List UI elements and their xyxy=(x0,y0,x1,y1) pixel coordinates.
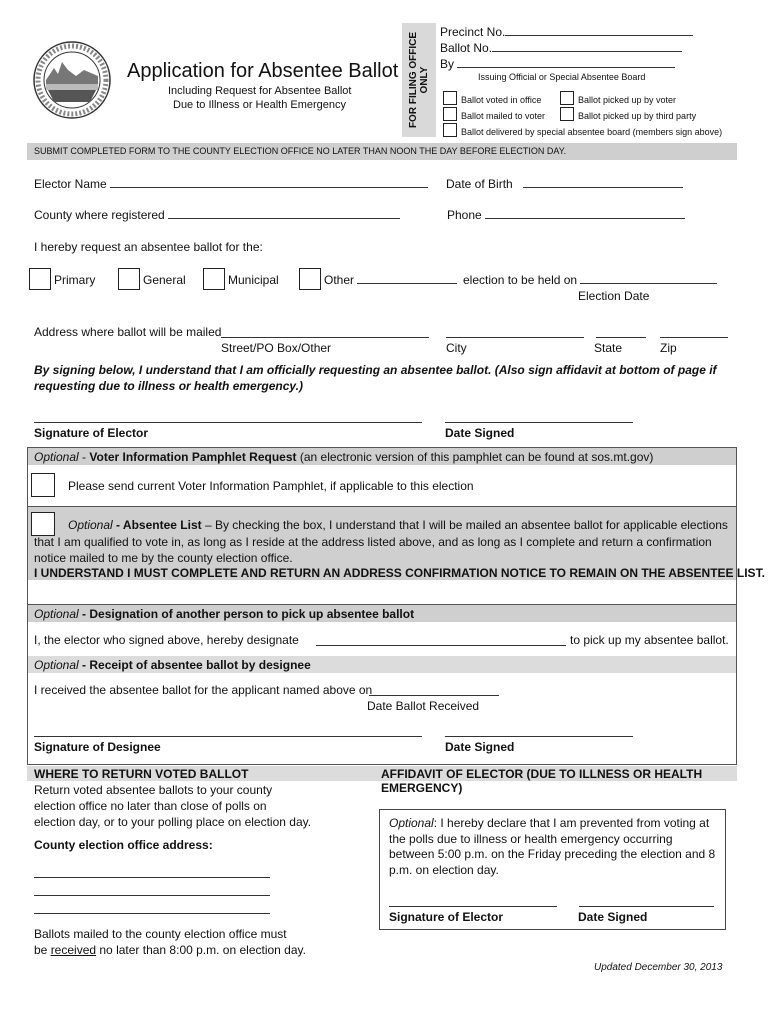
date-of-birth-field[interactable]: Date of Birth xyxy=(446,177,683,191)
phone-field[interactable]: Phone xyxy=(447,208,686,222)
receipt-header: Optional - Receipt of absentee ballot by… xyxy=(28,656,736,673)
street-field[interactable] xyxy=(221,324,429,338)
office-checkbox-picked-up-by-voter[interactable]: Ballot picked up by voter xyxy=(560,91,676,105)
designee-date-signed-label: Date Signed xyxy=(445,740,515,754)
filing-office-side-label: FOR FILING OFFICE ONLY xyxy=(402,23,436,137)
request-label: I hereby request an absentee ballot for … xyxy=(34,240,263,254)
label-general: General xyxy=(143,273,186,287)
receipt-text: I received the absentee ballot for the a… xyxy=(34,683,373,697)
designation-header: Optional - Designation of another person… xyxy=(28,605,736,622)
designee-signature-field[interactable] xyxy=(34,724,422,737)
other-election-field[interactable]: Other xyxy=(324,273,458,287)
designee-date-signed-field[interactable] xyxy=(445,724,633,737)
return-ballot-header: WHERE TO RETURN VOTED BALLOT xyxy=(34,767,249,781)
affidavit-signature-label: Signature of Elector xyxy=(389,910,504,924)
absentee-list-warning: I UNDERSTAND I MUST COMPLETE AND RETURN … xyxy=(34,566,765,580)
date-ballot-received-caption: Date Ballot Received xyxy=(367,699,480,713)
zip-caption: Zip xyxy=(660,341,677,355)
form-title: Application for Absentee Ballot xyxy=(127,60,399,82)
affidavit-text: Optional: I hereby declare that I am pre… xyxy=(389,816,716,877)
office-checkbox-picked-up-third-party[interactable]: Ballot picked up by third party xyxy=(560,107,696,121)
signing-statement: By signing below, I understand that I am… xyxy=(34,363,717,393)
elector-signature-field[interactable] xyxy=(34,410,422,423)
street-caption: Street/PO Box/Other xyxy=(221,341,332,355)
office-checkbox-delivered-by-board[interactable]: Ballot delivered by special absentee boa… xyxy=(443,123,722,137)
by-field[interactable]: By xyxy=(440,57,676,71)
county-office-address-label: County election office address: xyxy=(34,838,213,852)
checkbox-primary[interactable] xyxy=(29,268,51,290)
date-ballot-received-field[interactable] xyxy=(369,682,499,696)
mail-deadline-note: Ballots mailed to the county election of… xyxy=(34,927,306,957)
elector-signature-label: Signature of Elector xyxy=(34,426,149,440)
election-date-field[interactable]: election to be held on xyxy=(463,273,718,287)
return-instructions: Return voted absentee ballots to your co… xyxy=(34,783,312,829)
form-subtitle-2: Due to Illness or Health Emergency xyxy=(173,99,347,111)
designee-name-field[interactable] xyxy=(316,632,566,646)
label-municipal: Municipal xyxy=(228,273,279,287)
county-address-line-3[interactable] xyxy=(34,902,270,914)
affidavit-signature-field[interactable] xyxy=(389,896,557,907)
checkbox-general[interactable] xyxy=(118,268,140,290)
by-caption: Issuing Official or Special Absentee Boa… xyxy=(478,72,646,82)
county-address-line-1[interactable] xyxy=(34,866,270,878)
state-caption: State xyxy=(594,341,623,355)
state-seal xyxy=(32,40,112,120)
pamphlet-checkbox-label: Please send current Voter Information Pa… xyxy=(68,479,474,493)
updated-date: Updated December 30, 2013 xyxy=(594,962,723,973)
state-field[interactable] xyxy=(596,324,646,338)
elector-date-signed-label: Date Signed xyxy=(445,426,515,440)
city-field[interactable] xyxy=(446,324,584,338)
election-date-caption: Election Date xyxy=(578,289,650,303)
pamphlet-checkbox[interactable] xyxy=(31,473,55,497)
zip-field[interactable] xyxy=(660,324,728,338)
mailing-address-label: Address where ballot will be mailed xyxy=(34,325,222,339)
city-caption: City xyxy=(446,341,467,355)
submit-notice: SUBMIT COMPLETED FORM TO THE COUNTY ELEC… xyxy=(34,146,567,156)
form-subtitle-1: Including Request for Absentee Ballot xyxy=(168,85,352,97)
absentee-list-text: Optional - Absentee List – By checking t… xyxy=(34,518,728,565)
office-checkbox-mailed-to-voter[interactable]: Ballot mailed to voter xyxy=(443,107,545,121)
checkbox-municipal[interactable] xyxy=(203,268,225,290)
designation-text-after: to pick up my absentee ballot. xyxy=(570,633,729,647)
designation-text-before: I, the elector who signed above, hereby … xyxy=(34,633,299,647)
affidavit-date-signed-field[interactable] xyxy=(579,896,714,907)
precinct-no-field[interactable]: Precinct No. xyxy=(440,25,694,39)
seal-icon xyxy=(33,41,111,119)
pamphlet-header: Optional - Voter Information Pamphlet Re… xyxy=(28,448,736,465)
affidavit-date-signed-label: Date Signed xyxy=(578,910,648,924)
designee-signature-label: Signature of Designee xyxy=(34,740,161,754)
ballot-no-field[interactable]: Ballot No. xyxy=(440,41,683,55)
county-registered-field[interactable]: County where registered xyxy=(34,208,401,222)
label-primary: Primary xyxy=(54,273,96,287)
office-checkbox-voted-in-office[interactable]: Ballot voted in office xyxy=(443,91,541,105)
county-address-line-2[interactable] xyxy=(34,884,270,896)
checkbox-other[interactable] xyxy=(299,268,321,290)
affidavit-header: AFFIDAVIT OF ELECTOR (DUE TO ILLNESS OR … xyxy=(381,767,703,795)
elector-name-field[interactable]: Elector Name xyxy=(34,177,429,191)
elector-date-signed-field[interactable] xyxy=(445,410,633,423)
submit-notice-bar: SUBMIT COMPLETED FORM TO THE COUNTY ELEC… xyxy=(27,143,737,160)
